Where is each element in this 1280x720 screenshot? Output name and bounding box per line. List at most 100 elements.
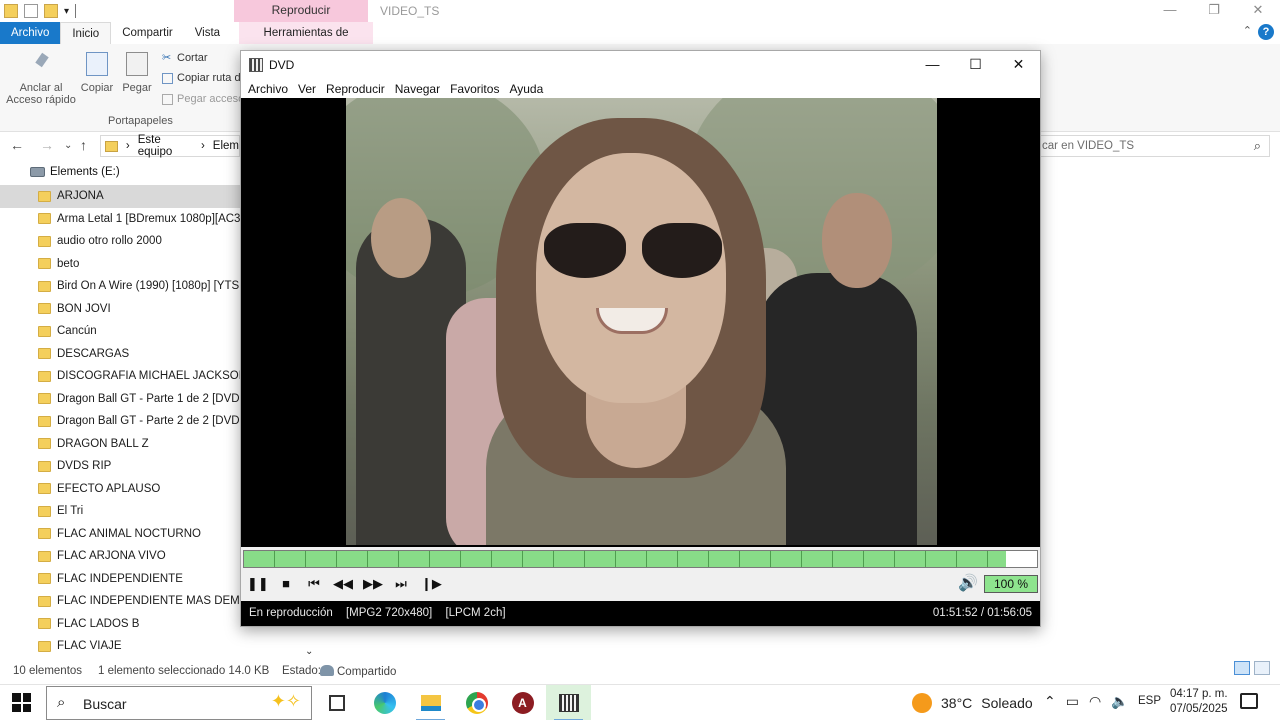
pin-quick-access-button[interactable]: Anclar al Acceso rápido: [6, 52, 76, 106]
folder-item[interactable]: FLAC VIAJE: [0, 635, 240, 657]
details-view-icon[interactable]: [1234, 661, 1250, 675]
chrome-taskbar-button[interactable]: [454, 685, 499, 720]
video-area[interactable]: [241, 98, 1040, 547]
menu-favoritos[interactable]: Favoritos: [445, 79, 504, 99]
folder-item[interactable]: audio otro rollo 2000: [0, 230, 240, 253]
folder-icon: [38, 438, 51, 450]
menu-reproducir[interactable]: Reproducir: [321, 79, 390, 99]
stop-icon[interactable]: ■: [276, 574, 296, 594]
folder-item[interactable]: Bird On A Wire (1990) [1080p] [YTS.AG: [0, 275, 240, 298]
window-title: VIDEO_TS: [380, 4, 440, 18]
seek-bar[interactable]: [243, 550, 1038, 568]
folder-item[interactable]: DESCARGAS: [0, 343, 240, 366]
system-clock[interactable]: 04:17 p. m. 07/05/2025: [1170, 687, 1228, 717]
edge-taskbar-button[interactable]: [362, 685, 407, 720]
folder-item[interactable]: FLAC INDEPENDIENTE: [0, 568, 240, 591]
folder-item[interactable]: Cancún: [0, 320, 240, 343]
zoom-level[interactable]: 100 %: [984, 575, 1038, 593]
windows-start-icon[interactable]: [12, 693, 31, 712]
address-bar[interactable]: › Este equipo › Elem: [100, 134, 240, 158]
task-view-button[interactable]: [314, 685, 359, 720]
folder-label: FLAC INDEPENDIENTE: [57, 572, 183, 585]
next-chapter-icon[interactable]: ⏭: [391, 574, 411, 594]
qat-dropdown-icon[interactable]: ▾: [64, 6, 69, 17]
folder-label: DVDS RIP: [57, 460, 112, 473]
menu-ayuda[interactable]: Ayuda: [504, 79, 548, 99]
rewind-icon[interactable]: ◀◀: [333, 574, 353, 594]
search-box[interactable]: car en VIDEO_TS ⌕: [1040, 135, 1270, 157]
new-folder-mini-icon[interactable]: [44, 4, 58, 18]
copy-button[interactable]: Copiar: [80, 52, 114, 94]
menu-navegar[interactable]: Navegar: [390, 79, 445, 99]
drive-elements[interactable]: Elements (E:): [30, 166, 120, 178]
tab-compartir[interactable]: Compartir: [111, 22, 183, 44]
task-view-icon: [328, 695, 345, 711]
dvd-taskbar-button[interactable]: [546, 685, 591, 720]
close-icon[interactable]: ✕: [1236, 0, 1280, 22]
breadcrumb-elements[interactable]: Elem: [213, 140, 239, 152]
folder-item[interactable]: DRAGON BALL Z: [0, 433, 240, 456]
paste-button[interactable]: Pegar: [121, 52, 153, 94]
collapse-ribbon-icon[interactable]: ⌃: [1243, 24, 1252, 37]
folder-label: DRAGON BALL Z: [57, 437, 149, 450]
folder-item[interactable]: FLAC INDEPENDIENTE MAS DEMOS: [0, 590, 240, 613]
dvd-title-bar[interactable]: DVD — ☐ ✕: [241, 51, 1040, 79]
pause-icon[interactable]: ❚❚: [247, 574, 269, 594]
tab-herramientas-video[interactable]: Herramientas de vídeo: [239, 22, 374, 61]
folder-item[interactable]: EFECTO APLAUSO: [0, 478, 240, 501]
minimize-icon[interactable]: —: [1148, 0, 1192, 22]
folder-item[interactable]: FLAC LADOS B: [0, 613, 240, 636]
restore-icon[interactable]: ❐: [1192, 0, 1236, 22]
volume-icon[interactable]: 🔊: [957, 574, 979, 594]
menu-archivo[interactable]: Archivo: [243, 79, 293, 99]
view-buttons: [1234, 661, 1270, 675]
tab-inicio[interactable]: Inicio: [60, 22, 112, 44]
seek-progress: [244, 551, 1007, 567]
recent-dropdown-icon[interactable]: ⌄: [64, 140, 72, 151]
folder-item[interactable]: Arma Letal 1 [BDremux 1080p][AC3 5: [0, 208, 240, 231]
temperature: 38°C: [941, 695, 973, 711]
taskbar-search-box[interactable]: ⌕ Buscar ✦✧: [46, 686, 312, 720]
breadcrumb-este-equipo[interactable]: Este equipo: [138, 134, 193, 158]
large-icons-view-icon[interactable]: [1254, 661, 1270, 675]
folder-item[interactable]: BON JOVI: [0, 298, 240, 321]
folder-item[interactable]: DVDS RIP: [0, 455, 240, 478]
notification-center-icon[interactable]: [1240, 693, 1258, 709]
weather-widget[interactable]: 38°C Soleado: [912, 693, 1033, 713]
folder-item[interactable]: ARJONA: [0, 185, 240, 208]
previous-chapter-icon[interactable]: ⏮: [304, 574, 324, 594]
forward-arrow-icon[interactable]: →: [40, 137, 54, 153]
explorer-taskbar-button[interactable]: [408, 685, 453, 720]
folder-item[interactable]: beto: [0, 253, 240, 276]
paste-shortcut-button[interactable]: Pegar acceso: [162, 93, 244, 105]
tray-chevron-icon[interactable]: ⌃: [1044, 693, 1056, 710]
folder-item[interactable]: El Tri: [0, 500, 240, 523]
up-arrow-icon[interactable]: ↑: [80, 137, 87, 153]
language-indicator[interactable]: ESP: [1138, 695, 1161, 707]
minimize-icon[interactable]: —: [911, 51, 954, 79]
battery-icon[interactable]: ▭: [1066, 693, 1079, 710]
fast-forward-icon[interactable]: ▶▶: [363, 574, 383, 594]
folder-item[interactable]: DISCOGRAFIA MICHAEL JACKSON: [0, 365, 240, 388]
folder-mini-icon[interactable]: [4, 4, 18, 18]
copy-path-button[interactable]: Copiar ruta d: [162, 72, 241, 84]
folder-label: ARJONA: [57, 190, 104, 203]
folder-item[interactable]: Dragon Ball GT - Parte 1 de 2 [DVDrip: [0, 388, 240, 411]
menu-ver[interactable]: Ver: [293, 79, 321, 99]
speaker-icon[interactable]: 🔈: [1111, 693, 1128, 710]
folder-item[interactable]: Dragon Ball GT - Parte 2 de 2 [DVDrip: [0, 410, 240, 433]
back-arrow-icon[interactable]: ←: [10, 137, 24, 153]
tab-vista[interactable]: Vista: [184, 22, 231, 44]
maximize-icon[interactable]: ☐: [954, 51, 997, 79]
step-frame-icon[interactable]: ❙▶: [421, 574, 442, 594]
tab-archivo[interactable]: Archivo: [0, 22, 61, 44]
red-app-taskbar-button[interactable]: A: [500, 685, 545, 720]
properties-mini-icon[interactable]: [24, 4, 38, 18]
folder-item[interactable]: FLAC ANIMAL NOCTURNO: [0, 523, 240, 546]
cut-button[interactable]: ✂ Cortar: [162, 52, 208, 64]
folder-item[interactable]: FLAC ARJONA VIVO: [0, 545, 240, 568]
scroll-down-icon[interactable]: ⌄: [305, 646, 313, 657]
help-icon[interactable]: ?: [1258, 24, 1274, 40]
wifi-icon[interactable]: ◠: [1089, 693, 1101, 710]
close-icon[interactable]: ✕: [997, 51, 1040, 79]
